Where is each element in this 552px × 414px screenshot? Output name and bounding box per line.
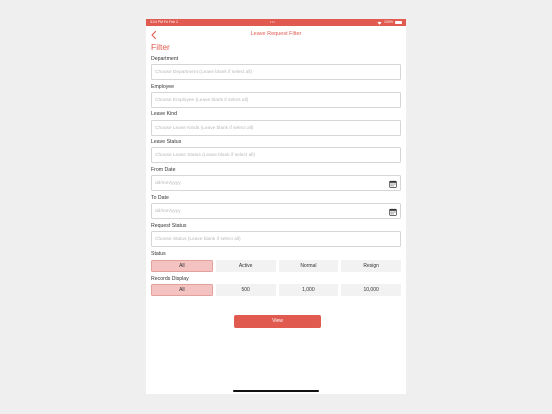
- request-status-label: Request Status: [151, 223, 187, 229]
- leave-status-label: Leave Status: [151, 139, 182, 145]
- status-time: 3:24 PM Fri Feb 2: [150, 20, 179, 24]
- records-option-1000[interactable]: 1,000: [278, 284, 339, 296]
- wifi-icon: [377, 21, 382, 25]
- calendar-icon[interactable]: [389, 180, 397, 188]
- employee-label: Employee: [151, 84, 175, 90]
- nav-title: Leave Request Filter: [250, 31, 302, 37]
- status-segmented-control: All Active Normal Resign: [151, 260, 401, 272]
- view-button[interactable]: View: [234, 315, 321, 328]
- records-option-500[interactable]: 500: [215, 284, 276, 296]
- department-label: Department: [151, 56, 179, 62]
- app-window: 3:24 PM Fri Feb 2 ••• 100% Leave Request…: [146, 19, 406, 394]
- status-label: Status: [151, 251, 166, 257]
- page-title: Filter: [151, 42, 170, 52]
- to-date-field[interactable]: dd/mm/yyyy: [151, 203, 401, 219]
- leave-kind-label: Leave Kind: [151, 111, 177, 117]
- battery-percent: 100%: [384, 20, 393, 24]
- from-date-placeholder: dd/mm/yyyy: [155, 181, 181, 186]
- calendar-icon[interactable]: [389, 208, 397, 216]
- employee-placeholder: Choose Employee (Leave blank if select a…: [155, 98, 249, 103]
- status-right: 100%: [377, 19, 402, 26]
- to-date-placeholder: dd/mm/yyyy: [155, 209, 181, 214]
- leave-status-field[interactable]: Choose Leave Status (Leave blank if sele…: [151, 147, 401, 163]
- department-placeholder: Choose Department (Leave blank if select…: [155, 70, 253, 75]
- department-field[interactable]: Choose Department (Leave blank if select…: [151, 64, 401, 80]
- records-option-10000[interactable]: 10,000: [341, 284, 401, 296]
- from-date-label: From Date: [151, 167, 176, 173]
- from-date-field[interactable]: dd/mm/yyyy: [151, 175, 401, 191]
- records-segmented-control: All 500 1,000 10,000: [151, 284, 401, 296]
- status-option-all[interactable]: All: [151, 260, 213, 272]
- status-option-normal[interactable]: Normal: [278, 260, 339, 272]
- leave-kind-placeholder: Choose Leave Kinds (Leave blank if selec…: [155, 126, 254, 131]
- home-indicator[interactable]: [233, 390, 319, 392]
- nav-bar: Leave Request Filter: [146, 27, 406, 45]
- to-date-label: To Date: [151, 195, 169, 201]
- battery-icon: [395, 21, 402, 24]
- multitask-dots[interactable]: •••: [270, 19, 275, 26]
- status-bar: 3:24 PM Fri Feb 2 ••• 100%: [146, 19, 406, 26]
- records-display-label: Records Display: [151, 276, 189, 282]
- status-option-resign[interactable]: Resign: [341, 260, 401, 272]
- records-option-all[interactable]: All: [151, 284, 213, 296]
- leave-kind-field[interactable]: Choose Leave Kinds (Leave blank if selec…: [151, 120, 401, 136]
- request-status-placeholder: Choose Status (Leave blank if select all…: [155, 237, 241, 242]
- leave-status-placeholder: Choose Leave Status (Leave blank if sele…: [155, 153, 255, 158]
- status-option-active[interactable]: Active: [215, 260, 276, 272]
- request-status-field[interactable]: Choose Status (Leave blank if select all…: [151, 231, 401, 247]
- employee-field[interactable]: Choose Employee (Leave blank if select a…: [151, 92, 401, 108]
